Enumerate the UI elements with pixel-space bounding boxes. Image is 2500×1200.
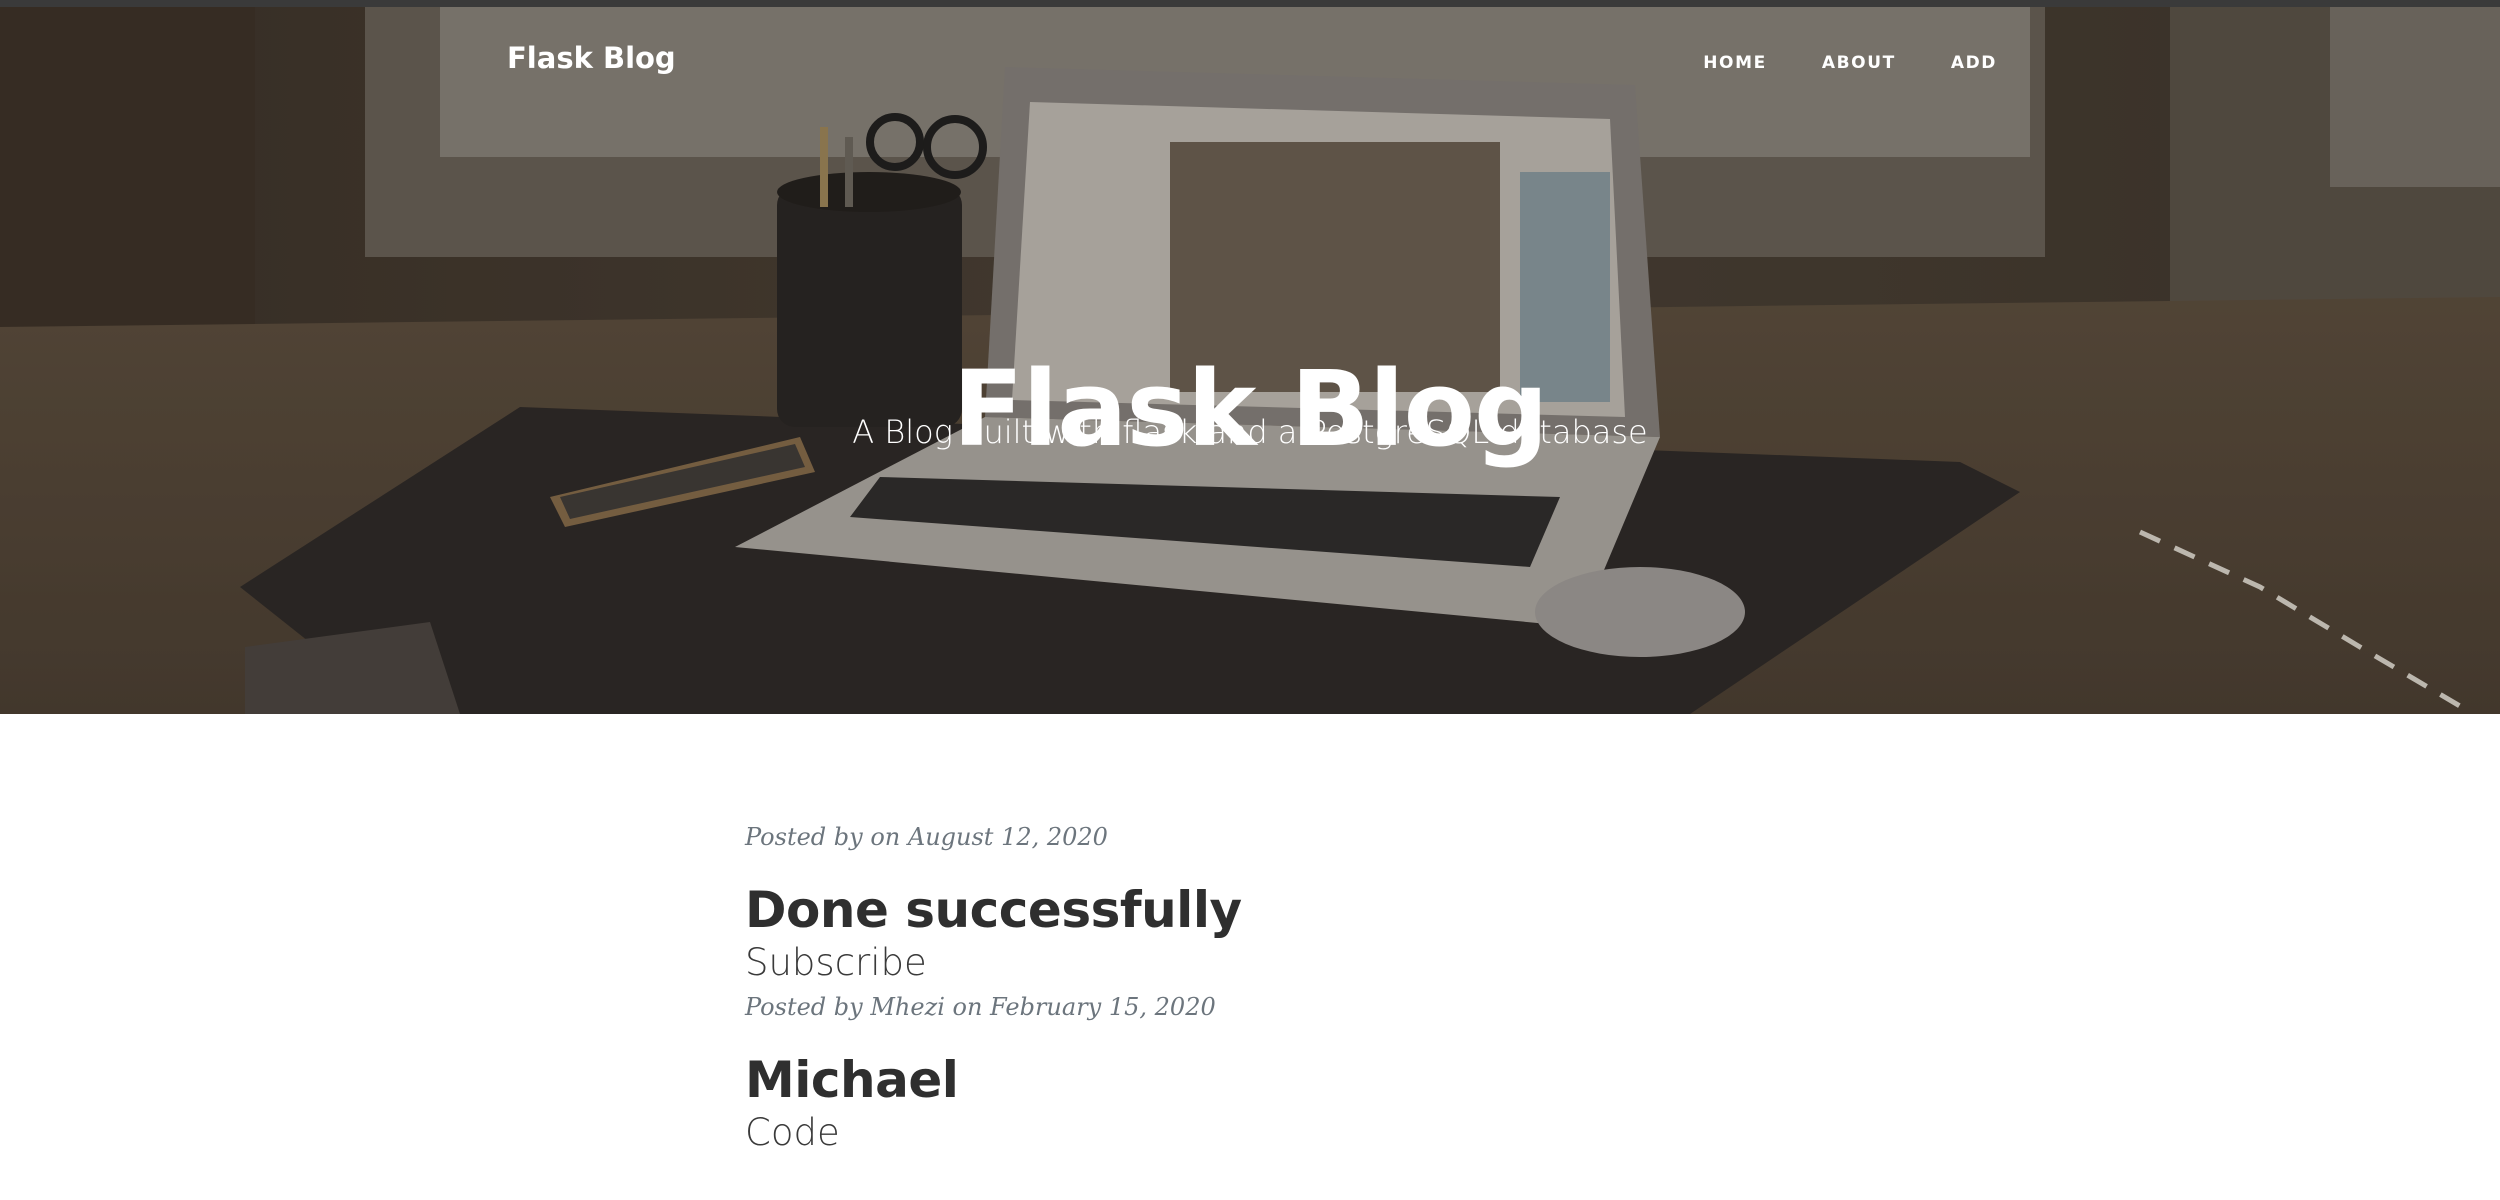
nav-link-add[interactable]: ADD [1951, 53, 1997, 73]
navbar-brand[interactable]: Flask Blog [507, 41, 676, 75]
page-subheading: A Blog built with flask and a PostgreSQL… [852, 413, 1648, 451]
post-subtitle: Code [745, 1111, 840, 1154]
post-list: Posted by on August 12, 2020 Done succes… [745, 820, 1755, 1156]
post-preview: Michael Code [745, 1050, 1755, 1156]
browser-top-strip [0, 0, 2500, 7]
post-preview: Posted by on August 12, 2020 [745, 820, 1755, 854]
post-subtitle: Subscribe [745, 941, 927, 984]
nav-link-about[interactable]: ABOUT [1822, 53, 1896, 73]
nav-link-home[interactable]: HOME [1703, 53, 1767, 73]
post-meta: Posted by Mhezi on February 15, 2020 [745, 993, 1216, 1021]
post-title: Done successfully [745, 881, 1242, 939]
hero-header: Flask Blog HOME ABOUT ADD Flask Blog A B… [0, 7, 2500, 714]
post-link[interactable]: Done successfully Subscribe [745, 880, 1755, 986]
post-link[interactable]: Michael Code [745, 1050, 1755, 1156]
post-meta: Posted by on August 12, 2020 [745, 823, 1108, 851]
post-preview: Done successfully Subscribe Posted by Mh… [745, 880, 1755, 1024]
post-title: Michael [745, 1051, 959, 1109]
main-nav: HOME ABOUT ADD [1648, 53, 1997, 73]
